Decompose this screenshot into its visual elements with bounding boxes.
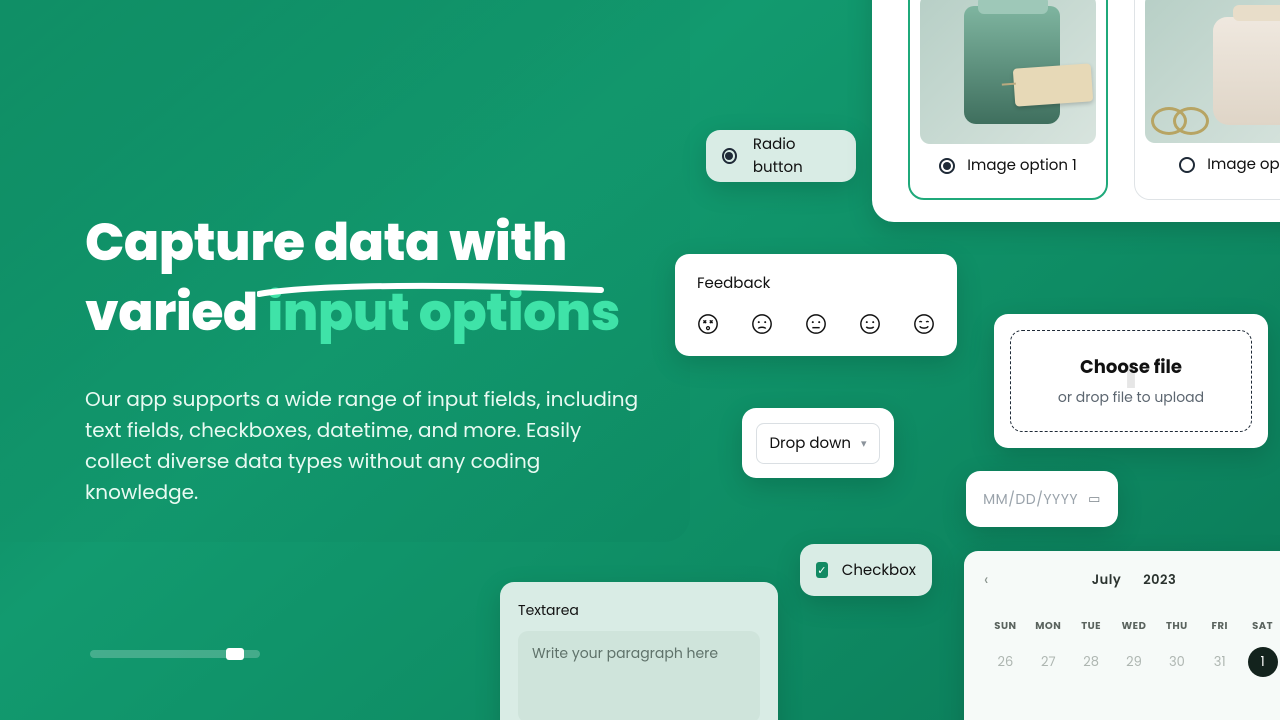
hero-body-text: Our app supports a wide range of input f… (85, 384, 645, 508)
face-smile-icon[interactable] (859, 313, 881, 335)
face-dead-icon[interactable] (697, 313, 719, 335)
calendar-icon: ▭ (1088, 489, 1101, 509)
dropdown-card: Drop down ▾ (742, 408, 894, 478)
dropdown-label: Drop down (769, 432, 851, 455)
dropdown-select[interactable]: Drop down ▾ (756, 423, 879, 464)
calendar-prev-button[interactable]: ‹ (984, 567, 988, 592)
image-option-1[interactable]: Image option 1 (908, 0, 1108, 200)
calendar-day[interactable]: 30 (1155, 652, 1198, 677)
face-sad-icon[interactable] (751, 313, 773, 335)
image-options-panel: Image option 1 Image opti (872, 0, 1280, 222)
feedback-title: Feedback (697, 272, 935, 295)
calendar-day[interactable]: 26 (984, 652, 1027, 677)
calendar-day[interactable]: 29 (1113, 652, 1156, 677)
date-input-card[interactable]: MM/DD/YYYY ▭ (966, 471, 1118, 527)
calendar-day[interactable]: 27 (1027, 652, 1070, 677)
radio-label: Radio button (753, 133, 840, 179)
calendar-panel: ‹ July 2023 › SUN MON TUE WED THU FRI SA… (964, 551, 1280, 720)
image-option-1-thumbnail (920, 0, 1096, 144)
face-happy-icon[interactable] (913, 313, 935, 335)
calendar-days-row: 26 27 28 29 30 31 1 (984, 652, 1280, 677)
textarea-title: Textarea (518, 600, 760, 621)
face-neutral-icon[interactable] (805, 313, 827, 335)
calendar-weekdays: SUN MON TUE WED THU FRI SAT (984, 618, 1280, 634)
file-drop-card[interactable]: ⬆ Choose file or drop file to upload (994, 314, 1268, 448)
file-drop-title: Choose file (1080, 354, 1182, 381)
date-placeholder: MM/DD/YYYY (983, 489, 1078, 510)
page-title: Capture data with varied input options (85, 208, 645, 348)
calendar-day[interactable]: 31 (1198, 652, 1241, 677)
radio-dot-icon (722, 148, 737, 164)
calendar-year: 2023 (1143, 570, 1176, 590)
headline-accent: input options (267, 278, 620, 348)
drop-zone[interactable]: ⬆ Choose file or drop file to upload (1010, 330, 1252, 432)
progress-slider[interactable] (90, 650, 260, 658)
radio-dot-icon (939, 158, 955, 174)
textarea-input[interactable] (518, 631, 760, 720)
calendar-month: July (1092, 570, 1121, 590)
file-drop-subtitle: or drop file to upload (1058, 387, 1204, 408)
checkbox-label: Checkbox (842, 559, 916, 582)
image-option-2-thumbnail (1145, 0, 1280, 143)
slider-thumb[interactable] (226, 648, 244, 660)
checkbox-sample[interactable]: ✓ Checkbox (800, 544, 932, 596)
chevron-down-icon: ▾ (861, 435, 867, 452)
radio-button-sample[interactable]: Radio button (706, 130, 856, 182)
checkbox-checked-icon: ✓ (816, 562, 828, 578)
image-option-2-label: Image opti (1207, 153, 1280, 176)
radio-hollow-icon (1179, 157, 1195, 173)
calendar-day[interactable]: 28 (1070, 652, 1113, 677)
image-option-1-label: Image option 1 (967, 154, 1077, 177)
feedback-card: Feedback (675, 254, 957, 356)
calendar-day-today[interactable]: 1 (1241, 652, 1280, 677)
textarea-card: Textarea (500, 582, 778, 720)
image-option-2[interactable]: Image opti (1134, 0, 1280, 200)
